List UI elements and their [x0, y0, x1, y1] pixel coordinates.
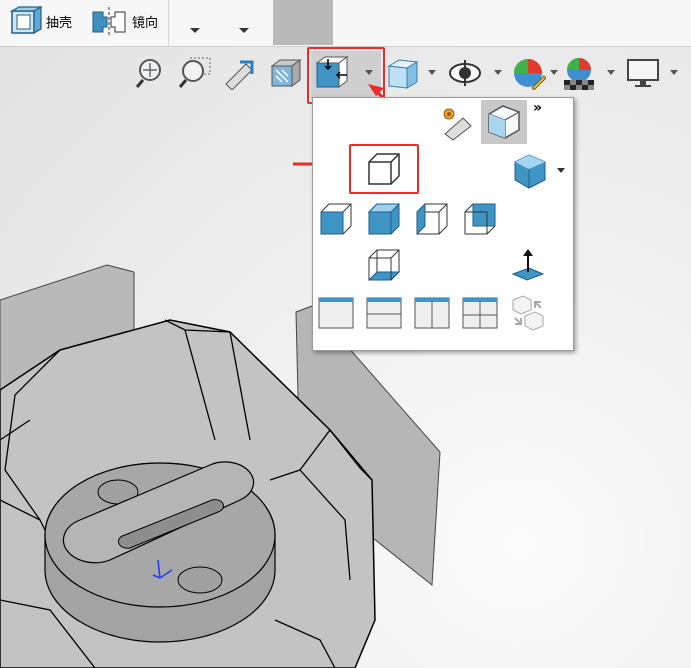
isometric-shaded-icon[interactable] [511, 152, 549, 190]
normal-to-icon[interactable] [509, 246, 547, 284]
two-view-vertical-icon[interactable] [413, 294, 451, 332]
ribbon-gray-block [273, 0, 333, 45]
view-selector-cube-icon[interactable] [485, 102, 523, 140]
apply-scene-icon[interactable] [562, 56, 596, 90]
ribbon-separator [168, 0, 169, 46]
left-view-icon[interactable] [413, 200, 451, 238]
display-style-icon[interactable] [385, 56, 419, 90]
view-settings-icon[interactable] [626, 56, 660, 90]
shell-button[interactable]: 抽壳 [10, 6, 72, 36]
zoom-to-fit-icon[interactable] [135, 56, 169, 90]
section-view-icon[interactable] [268, 56, 302, 90]
shell-label: 抽壳 [46, 15, 73, 31]
hide-show-dropdown[interactable] [494, 70, 502, 75]
link-views-icon[interactable] [509, 294, 547, 332]
more-views-chevron[interactable]: » [533, 100, 542, 116]
apply-scene-dropdown[interactable] [607, 70, 615, 75]
hide-show-items-icon[interactable] [448, 56, 482, 90]
top-view-icon[interactable] [365, 200, 403, 238]
view-orientation-flyout: » [312, 97, 574, 351]
zoom-area-icon[interactable] [178, 56, 212, 90]
back-view-icon[interactable] [461, 200, 499, 238]
four-view-icon[interactable] [461, 294, 499, 332]
view-settings-dropdown[interactable] [670, 70, 678, 75]
isometric-wireframe-icon[interactable] [365, 150, 403, 188]
ribbon-dropdown-arrow[interactable] [190, 28, 200, 33]
mirror-button[interactable]: 镜向 [90, 6, 158, 36]
display-style-dropdown[interactable] [428, 70, 436, 75]
ribbon-dropdown-arrow[interactable] [239, 28, 249, 33]
two-view-horizontal-icon[interactable] [365, 294, 403, 332]
front-view-icon[interactable] [317, 200, 355, 238]
view-selector-camera-icon[interactable] [441, 104, 479, 142]
mirror-icon [92, 7, 126, 35]
view-orientation-dropdown[interactable] [365, 70, 373, 75]
view-orientation-icon[interactable] [315, 55, 349, 89]
view-cube-dropdown[interactable] [557, 168, 565, 173]
edit-appearance-dropdown[interactable] [550, 70, 558, 75]
edit-appearance-icon[interactable] [512, 56, 546, 90]
shell-icon [10, 6, 42, 35]
command-ribbon: 抽壳 镜向 [0, 0, 691, 47]
previous-view-icon[interactable] [222, 56, 256, 90]
single-view-icon[interactable] [317, 294, 355, 332]
bottom-view-icon[interactable] [365, 246, 403, 284]
mirror-label: 镜向 [132, 15, 159, 31]
